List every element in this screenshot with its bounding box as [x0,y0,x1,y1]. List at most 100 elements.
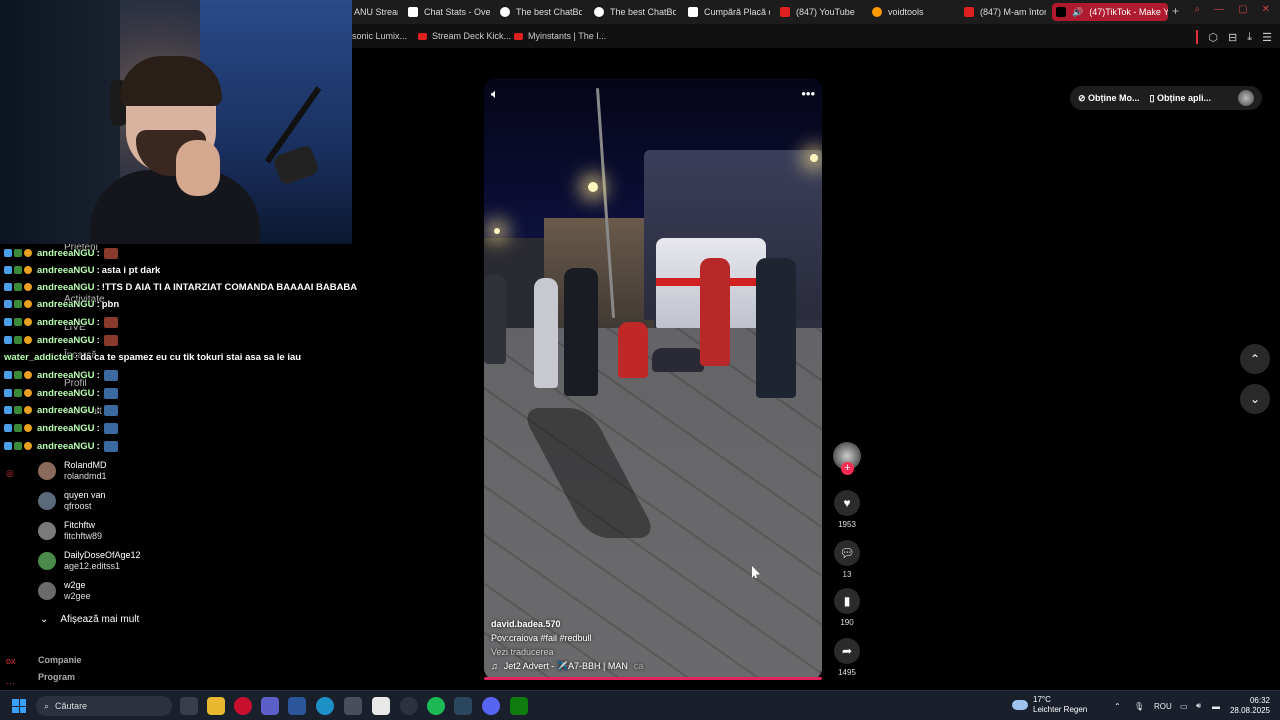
music-title: Jet2 Advert - ✈️A7-BBH | MAN [503,661,628,671]
store-icon[interactable] [372,697,390,715]
previous-video-button[interactable]: ⌃ [1240,344,1270,374]
bookmark-stream-deck[interactable]: Stream Deck Kick... [418,31,511,41]
search-tabs-icon[interactable]: ⌕ [1195,4,1201,15]
video-progress-bar[interactable] [484,677,822,680]
webcam-overlay [0,0,352,244]
new-tab-button[interactable]: + [1172,4,1179,18]
tab-label: (847) M-am întors [980,7,1046,17]
taskbar-search[interactable]: ⌕ Căutare [36,696,172,716]
gift-badge-icon [14,283,22,291]
obs-icon[interactable] [400,697,418,715]
get-app-button[interactable]: ▯ Obține apli... [1150,93,1211,104]
translate-link[interactable]: Vezi traducerea [491,645,811,659]
task-view-icon[interactable] [180,697,198,715]
maximize-icon[interactable]: ▢ [1238,4,1247,15]
network-icon[interactable]: ▭ [1180,691,1188,720]
weather-widget[interactable]: 17°C Leichter Regen [1012,695,1087,715]
share-button[interactable]: ➦ 1495 [832,638,862,677]
tab-chatbot-1[interactable]: The best ChatBot [496,3,582,21]
dots-icon[interactable]: … [6,676,15,686]
following-item[interactable]: DailyDoseOfAge12 age12.editss1 [38,548,198,574]
sub-badge-icon [4,266,12,274]
download-icon[interactable]: ⤓ [1247,31,1252,44]
tab-label: Cumpără Placă d [704,7,770,17]
see-more-button[interactable]: ⌄ Afișează mai mult [40,614,139,625]
gift-badge-icon [14,266,22,274]
like-button[interactable]: ♥ 1953 [832,490,862,529]
avatar [38,492,56,510]
following-item[interactable]: w2ge w2gee [38,578,198,604]
emote-icon [103,334,118,346]
menu-icon[interactable]: ☰ [1262,31,1272,44]
tab-shop[interactable]: Cumpără Placă d [684,3,770,21]
comment-button[interactable]: 💬︎ 13 [832,540,862,579]
chat-text: pbn [101,298,120,310]
settings-icon[interactable]: ◎ [6,468,14,479]
gift-badge-icon [14,406,22,414]
creator-avatar-button[interactable]: + [832,442,862,475]
edge-icon[interactable] [316,697,334,715]
footer-link-program[interactable]: Program [38,672,75,682]
next-video-button[interactable]: ⌄ [1240,384,1270,414]
follow-plus-icon[interactable]: + [841,462,854,475]
save-button[interactable]: ▮ 190 [832,588,862,627]
word-icon[interactable] [288,697,306,715]
video-street-lamp [588,182,598,192]
tab-chat-stats[interactable]: Chat Stats - Over [404,3,490,21]
chat-username: andreeaNGU [37,334,95,346]
emote-icon [103,422,118,434]
avatar [38,462,56,480]
chat-text: asta i pt dark [101,264,161,276]
sub-badge-icon [4,389,12,397]
close-icon[interactable]: ✕ [1262,4,1270,15]
account-handle: rolandmd1 [64,471,107,481]
following-item[interactable]: quyen van qfroost [38,488,198,514]
windows-start-icon[interactable] [12,699,26,713]
chat-username: andreeaNGU [37,404,95,416]
tray-chevron-icon[interactable]: ⌃ [1114,691,1121,720]
shop-icon [688,7,698,17]
video-person [756,258,796,398]
file-explorer-icon[interactable] [207,697,225,715]
chat-message: andreeaNGU : [4,314,118,330]
steam-icon[interactable] [454,697,472,715]
tab-chatbot-2[interactable]: The best ChatBot [590,3,676,21]
following-item[interactable]: RolandMD rolandmd1 [38,458,198,484]
following-item[interactable]: Fitchftw fitchftw89 [38,518,198,544]
discord-icon[interactable] [482,697,500,715]
video-music[interactable]: ♫ Jet2 Advert - ✈️A7-BBH | MAN ca [491,659,811,673]
footer-link-company[interactable]: Companie [38,655,82,665]
bookmark-myinstants[interactable]: Myinstants | The I... [514,31,606,41]
volume-icon[interactable]: 🔈︎ [491,86,499,102]
emote-icon [103,316,118,328]
more-icon[interactable]: ••• [801,86,815,102]
video-author[interactable]: david.badea.570 [491,617,811,631]
tab-voidtools[interactable]: voidtools [868,3,954,21]
volume-icon[interactable]: 🔊︎ [1196,691,1201,720]
tab-tiktok-active[interactable]: 🔊 (47)TikTok - Make Yo [1052,3,1168,21]
video-person [564,268,598,396]
system-clock[interactable]: 06:32 28.08.2025 [1224,696,1270,716]
opera-gx-icon[interactable] [234,697,252,715]
tab-label: voidtools [888,7,924,17]
tab-youtube-video[interactable]: (847) M-am întors [960,3,1046,21]
bookmark-lumix[interactable]: sonic Lumix... [352,31,407,41]
language-indicator[interactable]: ROU [1154,691,1172,720]
minimize-icon[interactable]: — [1214,4,1224,15]
video-player[interactable] [484,78,822,680]
ai-icon: ox [6,656,16,666]
battery-icon[interactable]: ▬ [1212,691,1220,720]
get-mobile-button[interactable]: ⊘ Obține Mo... [1078,93,1140,104]
microphone-icon[interactable]: 🎙︎ [1134,691,1144,720]
chat-username: water_addicted [4,351,74,363]
tab-youtube[interactable]: (847) YouTube [776,3,862,21]
app-icon[interactable] [344,697,362,715]
xbox-icon[interactable] [510,697,528,715]
profile-avatar[interactable] [1238,90,1254,106]
get-app-label: Obține apli... [1157,92,1212,103]
extensions-icon[interactable]: ⬡ [1208,31,1218,44]
tab-stream[interactable]: ANU Stream [350,3,398,21]
wallet-icon[interactable]: ⊟ [1228,31,1237,44]
spotify-icon[interactable] [427,697,445,715]
teams-icon[interactable] [261,697,279,715]
